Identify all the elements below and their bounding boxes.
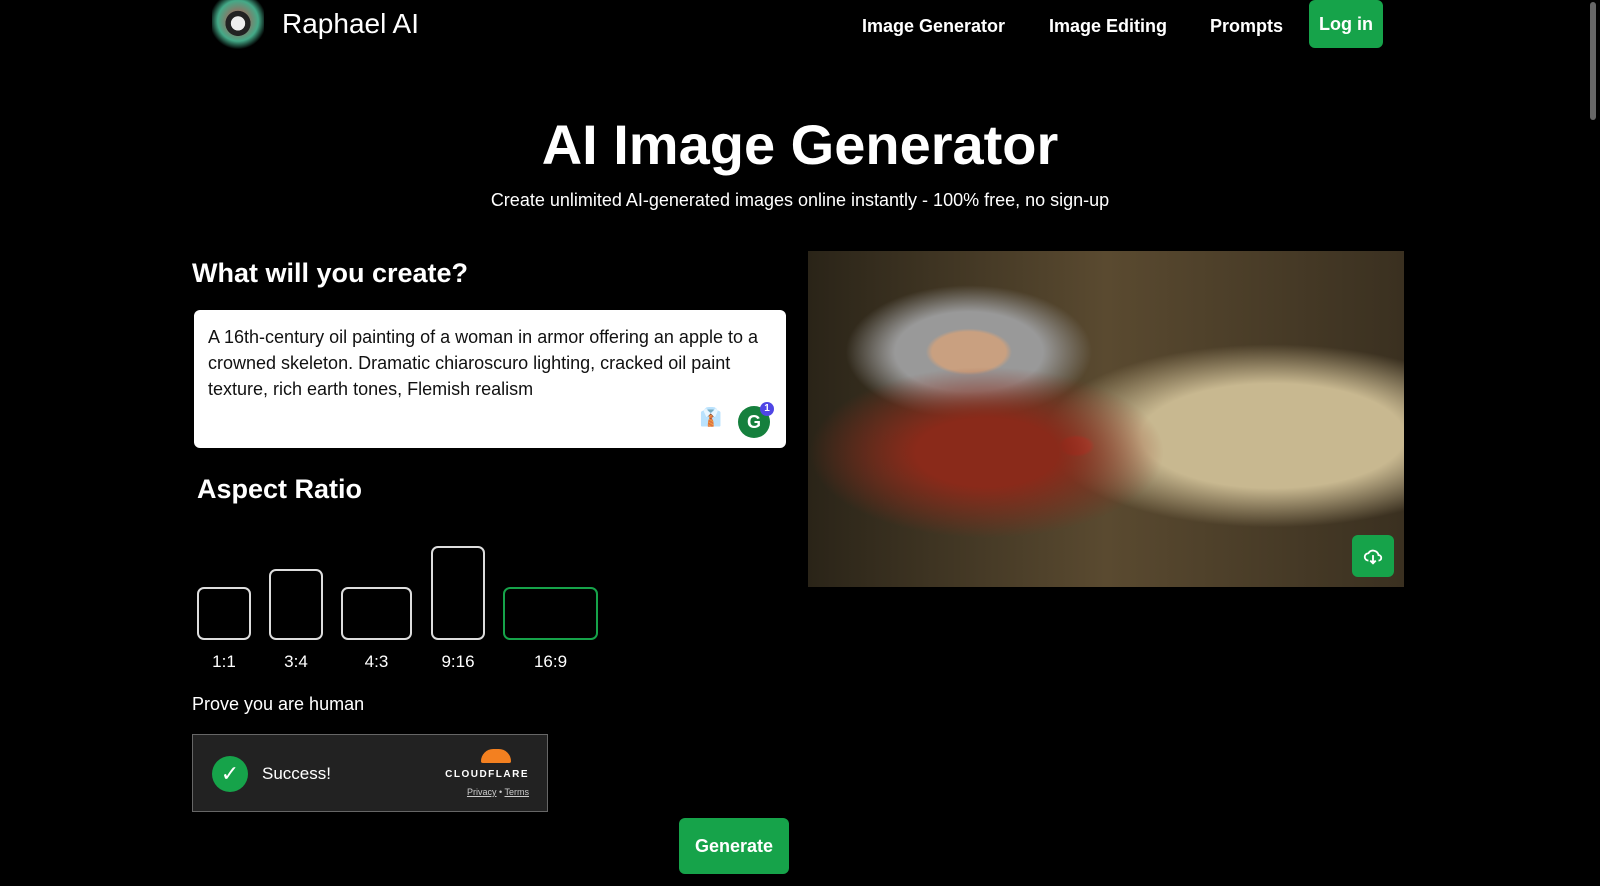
human-label: Prove you are human bbox=[192, 694, 365, 714]
brand-name[interactable]: Raphael AI bbox=[282, 8, 419, 40]
aspect-ratio-heading: Aspect Ratio bbox=[197, 474, 363, 504]
privacy-link[interactable]: Privacy bbox=[467, 787, 497, 797]
ratio-label: 9:16 bbox=[441, 652, 475, 671]
separator: • bbox=[499, 787, 503, 797]
terms-link[interactable]: Terms bbox=[505, 787, 530, 797]
ratio-3-4[interactable] bbox=[269, 569, 323, 640]
ratio-1-1[interactable] bbox=[197, 587, 251, 640]
scrollbar[interactable] bbox=[1590, 2, 1596, 120]
logo[interactable] bbox=[212, 0, 264, 52]
page-title: AI Image Generator bbox=[541, 113, 1059, 176]
ratio-4-3[interactable] bbox=[341, 587, 412, 640]
ratio-label: 4:3 bbox=[364, 652, 389, 671]
ratio-label: 3:4 bbox=[284, 652, 308, 671]
nav-image-generator[interactable]: Image Generator bbox=[862, 16, 1005, 37]
create-heading: What will you create? bbox=[192, 258, 469, 288]
grammarly-badge: 1 bbox=[760, 402, 774, 416]
cloudflare-logo: CLOUDFLARE bbox=[445, 769, 529, 780]
nav-prompts[interactable]: Prompts bbox=[1210, 16, 1283, 37]
generate-button[interactable]: Generate bbox=[679, 818, 789, 874]
cloud-download-icon bbox=[1363, 549, 1383, 565]
prompt-text: A 16th-century oil painting of a woman i… bbox=[208, 327, 759, 399]
ratio-label: 1:1 bbox=[212, 652, 236, 671]
login-button[interactable]: Log in bbox=[1309, 0, 1383, 48]
ratio-label: 16:9 bbox=[533, 652, 568, 671]
shirt-icon[interactable]: 👔 bbox=[700, 404, 722, 430]
page-subtitle: Create unlimited AI-generated images onl… bbox=[490, 190, 1110, 210]
check-icon: ✓ bbox=[212, 756, 248, 792]
ratio-16-9[interactable] bbox=[503, 587, 598, 640]
grammarly-icon[interactable]: G1 bbox=[738, 402, 774, 438]
generated-image bbox=[808, 251, 1404, 587]
cloudflare-icon bbox=[481, 749, 511, 763]
download-button[interactable] bbox=[1352, 535, 1394, 577]
ratio-9-16[interactable] bbox=[431, 546, 485, 640]
prompt-input[interactable]: A 16th-century oil painting of a woman i… bbox=[194, 310, 786, 448]
captcha-status: Success! bbox=[262, 764, 331, 783]
nav-image-editing[interactable]: Image Editing bbox=[1049, 16, 1167, 37]
captcha-widget[interactable]: ✓ Success! CLOUDFLARE Privacy • Terms bbox=[192, 734, 548, 812]
